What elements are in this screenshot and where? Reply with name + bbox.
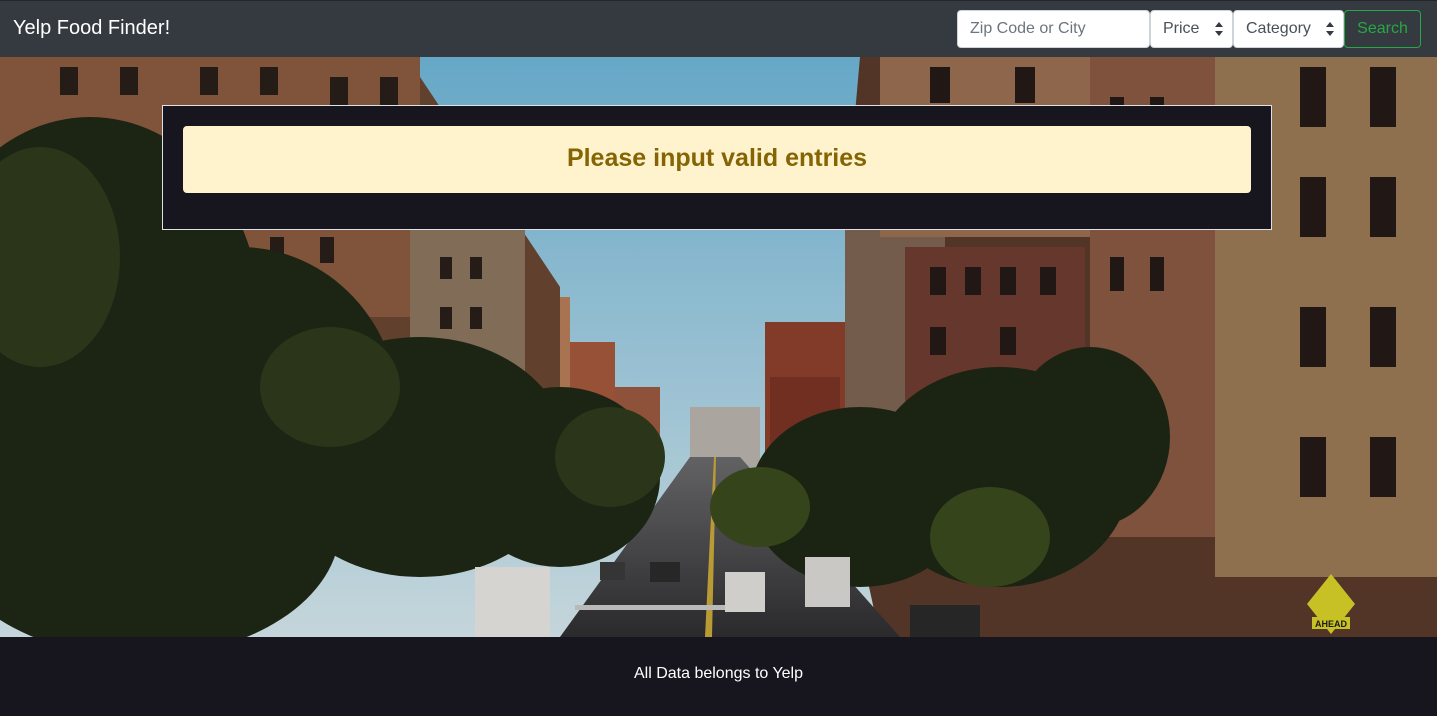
brand-title[interactable]: Yelp Food Finder! (13, 17, 170, 40)
price-select-label: Price (1163, 20, 1200, 37)
category-select[interactable]: Category (1233, 10, 1344, 48)
search-button[interactable]: Search (1344, 10, 1421, 48)
footer: All Data belongs to Yelp (0, 637, 1437, 716)
select-arrows-icon (1326, 22, 1334, 36)
price-select[interactable]: Price (1150, 10, 1233, 48)
category-select-label: Category (1246, 20, 1311, 37)
footer-text: All Data belongs to Yelp (633, 665, 803, 682)
select-arrows-icon (1215, 22, 1223, 36)
alert-message: Please input valid entries (183, 126, 1251, 193)
zip-city-input[interactable] (957, 10, 1150, 48)
alert-panel: Please input valid entries (162, 105, 1272, 230)
navbar: Yelp Food Finder! Price Category Search (0, 0, 1437, 57)
